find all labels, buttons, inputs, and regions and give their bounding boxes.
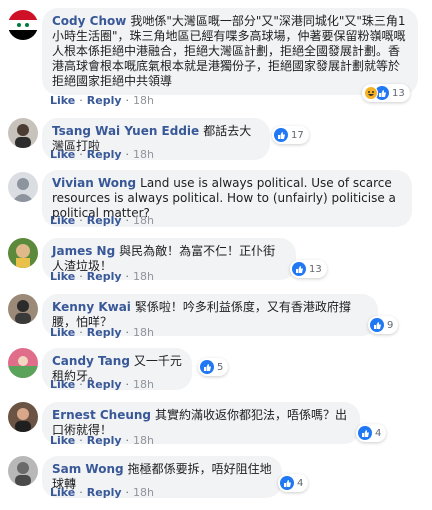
reply-button[interactable]: Reply (87, 326, 122, 339)
reply-button[interactable]: Reply (87, 148, 122, 161)
like-reaction-icon (292, 262, 306, 276)
like-button[interactable]: Like (50, 214, 75, 227)
like-reaction-icon (274, 128, 288, 142)
comment-actions: Like · Reply · 18h (50, 214, 154, 227)
avatar[interactable] (8, 10, 38, 40)
timestamp[interactable]: 18h (133, 378, 154, 391)
like-button[interactable]: Like (50, 434, 75, 447)
comment-author[interactable]: Ernest Cheung (52, 408, 151, 422)
timestamp[interactable]: 18h (133, 148, 154, 161)
reaction-summary[interactable]: 5 (198, 358, 229, 376)
comment-actions: Like · Reply · 18h (50, 270, 154, 283)
reply-button[interactable]: Reply (87, 94, 122, 107)
avatar[interactable] (8, 238, 38, 268)
comment-actions: Like · Reply · 18h (50, 94, 154, 107)
comment-actions: Like · Reply · 18h (50, 326, 154, 339)
like-button[interactable]: Like (50, 378, 75, 391)
like-reaction-icon (370, 318, 384, 332)
like-button[interactable]: Like (50, 270, 75, 283)
like-button[interactable]: Like (50, 486, 75, 499)
reaction-count: 17 (291, 129, 304, 141)
avatar[interactable] (8, 402, 38, 432)
like-button[interactable]: Like (50, 326, 75, 339)
comment-author[interactable]: Kenny Kwai (52, 300, 131, 314)
comment-bubble: Cody Chow 我哋係"大灣區嘅一部分"又"深港同城化"又"珠三角1小時生活圈… (42, 8, 418, 95)
like-reaction-icon (358, 426, 372, 440)
haha-reaction-icon (364, 86, 378, 100)
comment-author[interactable]: Vivian Wong (52, 176, 136, 190)
timestamp[interactable]: 18h (133, 434, 154, 447)
timestamp[interactable]: 18h (133, 486, 154, 499)
comment-actions: Like · Reply · 18h (50, 148, 154, 161)
like-reaction-icon (200, 360, 214, 374)
timestamp[interactable]: 18h (133, 214, 154, 227)
avatar[interactable] (8, 348, 38, 378)
comment-actions: Like · Reply · 18h (50, 378, 154, 391)
reply-button[interactable]: Reply (87, 378, 122, 391)
reply-button[interactable]: Reply (87, 486, 122, 499)
reply-button[interactable]: Reply (87, 270, 122, 283)
timestamp[interactable]: 18h (133, 94, 154, 107)
like-button[interactable]: Like (50, 148, 75, 161)
reaction-count: 5 (217, 361, 224, 373)
comment-author[interactable]: Candy Tang (52, 354, 130, 368)
reaction-count: 4 (375, 427, 382, 439)
like-button[interactable]: Like (50, 94, 75, 107)
avatar[interactable] (8, 172, 38, 202)
reaction-count: 13 (309, 263, 322, 275)
comment-author[interactable]: James Ng (52, 244, 115, 258)
reaction-count: 9 (387, 319, 394, 331)
comment-author[interactable]: Tsang Wai Yuen Eddie (52, 124, 199, 138)
reaction-summary[interactable]: 17 (272, 126, 309, 144)
reaction-summary[interactable]: 9 (368, 316, 399, 334)
timestamp[interactable]: 18h (133, 270, 154, 283)
reaction-summary[interactable]: 4 (356, 424, 387, 442)
comment-author[interactable]: Cody Chow (52, 14, 126, 28)
avatar[interactable] (8, 294, 38, 324)
reaction-summary[interactable]: 13 (290, 260, 327, 278)
comment-actions: Like · Reply · 18h (50, 486, 154, 499)
reaction-summary[interactable]: 13 (362, 84, 410, 102)
avatar[interactable] (8, 118, 38, 148)
reaction-summary[interactable]: 4 (278, 474, 309, 492)
reply-button[interactable]: Reply (87, 434, 122, 447)
comment-actions: Like · Reply · 18h (50, 434, 154, 447)
timestamp[interactable]: 18h (133, 326, 154, 339)
comment-author[interactable]: Sam Wong (52, 462, 124, 476)
like-reaction-icon (280, 476, 294, 490)
reaction-count: 13 (392, 87, 405, 99)
reaction-count: 4 (297, 477, 304, 489)
avatar[interactable] (8, 456, 38, 486)
reply-button[interactable]: Reply (87, 214, 122, 227)
